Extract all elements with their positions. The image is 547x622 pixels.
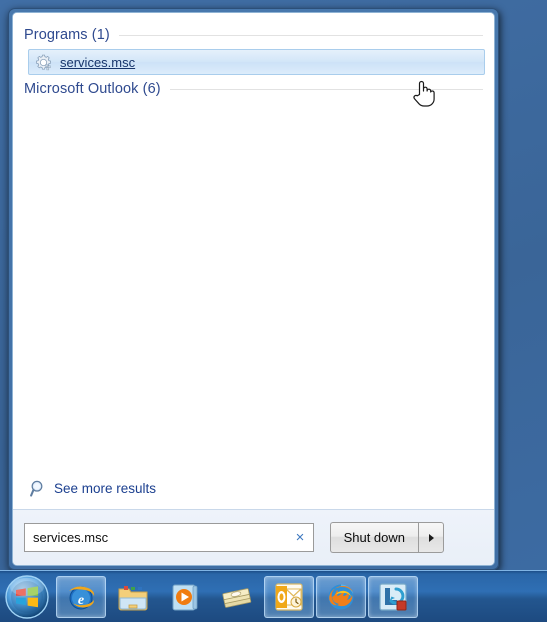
group-header-label: Microsoft Outlook (6) [24,81,161,97]
outlook-icon [275,582,303,611]
gear-icon [35,54,52,71]
result-item-label: services.msc [60,54,136,70]
group-header-programs: Programs (1) [22,23,485,48]
taskbar-button-outlook[interactable] [264,575,314,618]
folder-icon [118,585,148,610]
media-player-icon [172,584,198,610]
search-input-value[interactable]: services.msc [25,524,287,551]
result-item-services-msc[interactable]: services.msc [28,49,485,75]
taskbar-button-money[interactable] [212,576,262,618]
search-input[interactable]: services.msc × [24,523,314,552]
shutdown-button[interactable]: Shut down [329,522,418,553]
group-header-divider [118,34,483,36]
close-icon[interactable]: × [287,524,313,551]
taskbar-button-media-player[interactable] [160,576,210,618]
shutdown-button-group: Shut down [329,522,444,553]
search-results-pane: Programs (1) services.msc Microsoft Outl… [13,13,494,509]
shutdown-options-button[interactable] [418,522,444,553]
firefox-icon [328,583,354,609]
start-menu-panel: Programs (1) services.msc Microsoft Outl… [8,8,499,570]
internet-explorer-icon: e [69,586,95,609]
see-more-results-link[interactable]: See more results [22,476,485,505]
taskbar: e [0,570,547,622]
group-header-label: Programs (1) [24,27,110,43]
start-menu-bottom-bar: services.msc × Shut down [13,509,494,565]
taskbar-button-lync[interactable] [368,575,418,618]
svg-text:e: e [78,593,84,608]
taskbar-button-windows-explorer[interactable] [108,576,158,618]
start-menu-content: Programs (1) services.msc Microsoft Outl… [12,12,495,566]
magnifier-icon [30,480,47,497]
taskbar-button-firefox[interactable] [316,575,366,618]
cash-icon [222,587,252,608]
group-header-outlook: Microsoft Outlook (6) [22,77,485,102]
taskbar-button-internet-explorer[interactable]: e [56,575,106,618]
lync-icon [379,582,407,611]
chevron-right-icon [428,533,434,542]
see-more-results-label: See more results [54,481,157,496]
start-button[interactable] [3,573,51,621]
desktop: Programs (1) services.msc Microsoft Outl… [0,0,547,622]
group-header-divider [169,88,483,90]
